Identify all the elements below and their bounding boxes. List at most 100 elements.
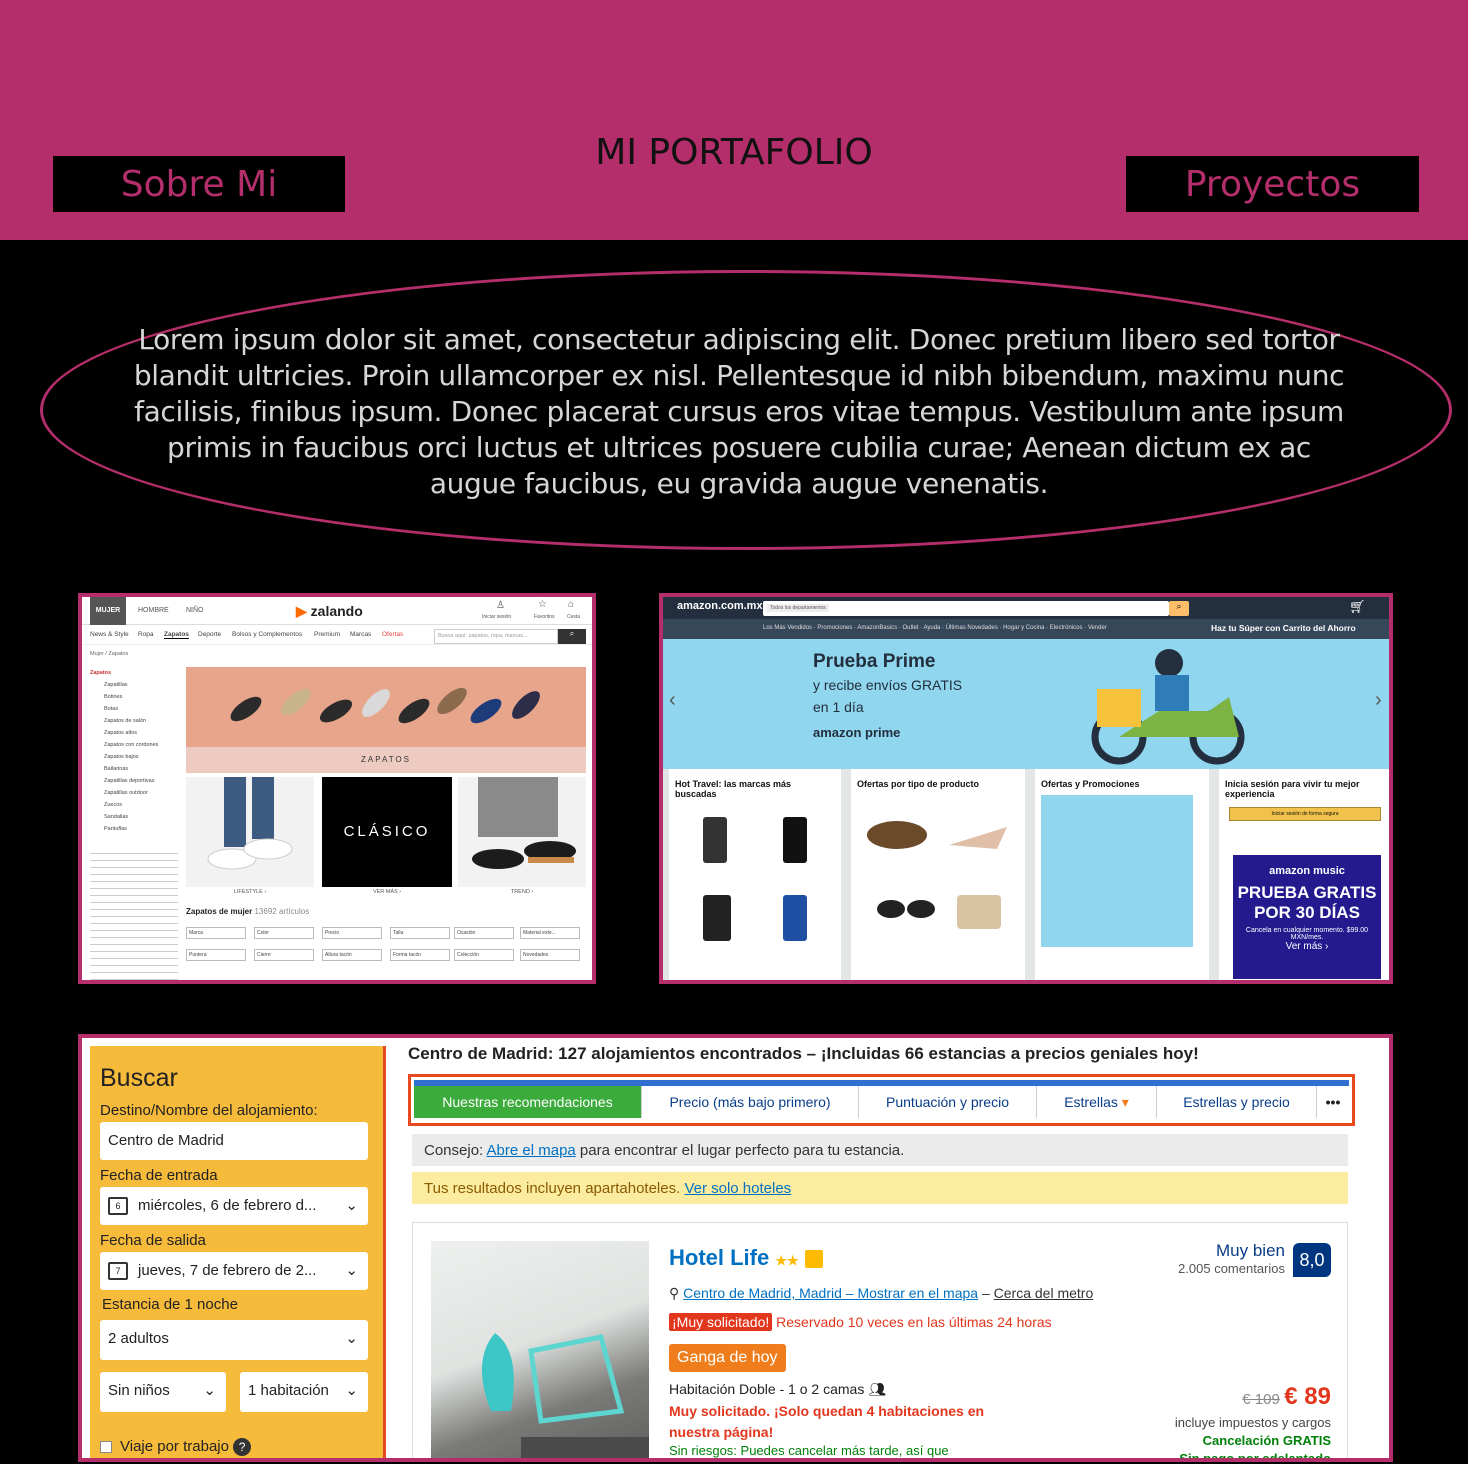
zal-side-item[interactable]: Botas (90, 703, 178, 715)
zal-filter[interactable]: Material exte... (520, 927, 580, 939)
zal-tab-nino[interactable]: NIÑO (186, 607, 204, 614)
zal-shoes-banner[interactable] (186, 667, 586, 747)
thumbs-up-icon (804, 1250, 823, 1269)
zal-side-item[interactable]: Zapatos (90, 667, 178, 679)
amz-card-promos[interactable]: Ofertas y Promociones (1035, 769, 1209, 980)
sort-stars-tab[interactable]: Estrellas ▾ (1037, 1086, 1157, 1118)
zal-filter[interactable]: Colección (454, 949, 514, 961)
zal-filter[interactable]: Altura tacón (322, 949, 382, 961)
open-map-link[interactable]: Abre el mapa (487, 1142, 576, 1159)
zal-tab-mujer[interactable]: MUJER (90, 597, 126, 625)
business-trip-checkbox[interactable]: Viaje por trabajo ? (100, 1438, 252, 1456)
amz-nav[interactable]: Los Más Vendidos · Promociones · AmazonB… (763, 625, 1107, 631)
zal-side-item[interactable]: Zapatos bajos (90, 751, 178, 763)
adults-select[interactable]: 2 adultos ⌄ (100, 1320, 368, 1360)
zal-tile-trend[interactable] (458, 777, 586, 887)
zal-cat[interactable]: Zapatos (164, 631, 189, 639)
project-amazon-thumbnail[interactable]: amazon.com.mx Todos los departamentos ⌕ … (659, 593, 1393, 984)
sort-price-tab[interactable]: Precio (más bajo primero) (642, 1086, 859, 1118)
children-select[interactable]: Sin niños ⌄ (100, 1372, 226, 1412)
checkout-select[interactable]: 7 jueves, 7 de febrero de 2... ⌄ (100, 1252, 368, 1290)
zal-filter[interactable]: Cierre (254, 949, 314, 961)
amz-card-title: Inicia sesión para vivir tu mejor experi… (1225, 779, 1360, 799)
search-icon[interactable]: ⌕ (1169, 601, 1189, 616)
help-icon[interactable]: ? (233, 1438, 252, 1456)
zal-cat[interactable]: News & Style (90, 631, 129, 638)
zal-filter[interactable]: Ocasión (454, 927, 514, 939)
map-link[interactable]: Centro de Madrid, Madrid – Mostrar en el… (683, 1285, 978, 1301)
header: MI PORTAFOLIO Sobre Mi Proyectos (0, 0, 1468, 240)
zal-filter[interactable]: Talla (390, 927, 450, 939)
zal-side-item[interactable]: Zapatillas outdoor (90, 787, 178, 799)
zal-side-item[interactable]: Zapatos con cordones (90, 739, 178, 751)
more-options-icon[interactable]: ••• (1317, 1086, 1349, 1118)
zal-tile-lifestyle[interactable] (186, 777, 314, 887)
zal-cat[interactable]: Marcas (350, 631, 371, 638)
pin-icon: ⚲ (669, 1285, 680, 1301)
hotel-card[interactable]: Hotel Life ★★ ⚲ Centro de Madrid, Madrid… (412, 1222, 1348, 1458)
zal-side-item[interactable]: Zapatos altos (90, 727, 178, 739)
zal-side-item[interactable]: Zapatillas deportivas (90, 775, 178, 787)
zal-cat[interactable]: Ropa (138, 631, 154, 638)
taxes-note: incluye impuestos y cargos (1174, 1415, 1331, 1430)
zal-tab-hombre[interactable]: HOMBRE (138, 607, 169, 614)
amz-signin-button[interactable]: Iniciar sesión de forma segura (1229, 807, 1381, 821)
amz-card-signin[interactable]: Inicia sesión para vivir tu mejor experi… (1219, 769, 1389, 980)
prev-arrow-icon[interactable]: ‹ (669, 689, 676, 712)
zal-cat[interactable]: Premium (314, 631, 340, 638)
zal-side-item[interactable]: Zapatos de salón (90, 715, 178, 727)
amz-card-offers[interactable]: Ofertas por tipo de producto (851, 769, 1025, 980)
amz-search-input[interactable]: Todos los departamentos (763, 601, 1169, 616)
results-title: Centro de Madrid: 127 alojamientos encon… (408, 1044, 1199, 1063)
sort-bar-highlight: Nuestras recomendaciones Precio (más baj… (408, 1074, 1355, 1126)
zal-filter[interactable]: Marca (186, 927, 246, 939)
booking-results: Centro de Madrid: 127 alojamientos encon… (400, 1038, 1385, 1458)
nav-proyectos-button[interactable]: Proyectos (1126, 156, 1419, 212)
amz-card-travel[interactable]: Hot Travel: las marcas más buscadas (669, 769, 841, 980)
amz-music-ad[interactable]: amazon music PRUEBA GRATIS POR 30 DÍAS C… (1233, 855, 1381, 979)
deal-badge: Ganga de hoy (669, 1344, 786, 1372)
search-icon[interactable]: ⌕ (558, 629, 586, 644)
zal-cesta[interactable]: Cesta (567, 614, 580, 620)
zal-side-item[interactable]: Pantuflas (90, 823, 178, 835)
zal-login[interactable]: Iniciar sesión (482, 614, 511, 620)
rooms-select[interactable]: 1 habitación ⌄ (240, 1372, 368, 1412)
zal-filter[interactable]: Novedades (520, 949, 580, 961)
amz-promo-text[interactable]: Haz tu Súper con Carrito del Ahorro (1211, 623, 1356, 633)
hotel-name[interactable]: Hotel Life ★★ (669, 1245, 823, 1271)
only-hotels-link[interactable]: Ver solo hoteles (684, 1180, 791, 1197)
zal-favoritos[interactable]: Favoritos (534, 614, 555, 620)
zal-filter[interactable]: Precio (322, 927, 382, 939)
zal-tile-clasico[interactable]: CLÁSICO (322, 777, 452, 887)
zal-side-item[interactable]: Zapatillas (90, 679, 178, 691)
loafers-image (472, 777, 576, 869)
project-zalando-thumbnail[interactable]: MUJER HOMBRE NIÑO ▶ zalando Iniciar sesi… (78, 593, 596, 984)
zal-filter[interactable]: Forma tacón (390, 949, 450, 961)
zal-cat[interactable]: Ofertas (382, 631, 403, 638)
chevron-down-icon: ⌄ (345, 1262, 358, 1279)
zal-side-item[interactable]: Bailarinas (90, 763, 178, 775)
next-arrow-icon[interactable]: › (1375, 689, 1382, 712)
hotel-photo[interactable] (431, 1241, 649, 1458)
review-summary[interactable]: Muy bien 2.005 comentarios (1143, 1241, 1285, 1276)
checkin-select[interactable]: 6 miércoles, 6 de febrero d... ⌄ (100, 1187, 368, 1225)
shoes-image (230, 687, 540, 724)
zal-cat[interactable]: Deporte (198, 631, 221, 638)
zal-side-item[interactable]: Botines (90, 691, 178, 703)
zal-filter[interactable]: Puntera (186, 949, 246, 961)
calendar-icon: 7 (108, 1262, 128, 1281)
project-booking-thumbnail[interactable]: Buscar Destino/Nombre del alojamiento: C… (78, 1034, 1393, 1462)
guests-icon: 👥︎ (868, 1381, 886, 1397)
sort-recommended-tab[interactable]: Nuestras recomendaciones (414, 1086, 642, 1118)
sort-stars-price-tab[interactable]: Estrellas y precio (1157, 1086, 1317, 1118)
zal-cat[interactable]: Bolsos y Complementos (232, 631, 302, 638)
destination-input[interactable]: Centro de Madrid (100, 1122, 368, 1160)
sort-score-tab[interactable]: Puntuación y precio (859, 1086, 1037, 1118)
amz-prime-hero[interactable]: Prueba Prime y recibe envíos GRATIS en 1… (663, 639, 1389, 769)
zal-side-item[interactable]: Zuecos (90, 799, 178, 811)
zal-search-input[interactable]: Busca aquí: zapatos, ropa, marcas... (434, 629, 558, 644)
cart-icon[interactable]: 🛒︎ (1349, 599, 1366, 615)
nav-sobre-mi-button[interactable]: Sobre Mi (53, 156, 345, 212)
zal-filter[interactable]: Color (254, 927, 314, 939)
zal-side-item[interactable]: Sandalias (90, 811, 178, 823)
